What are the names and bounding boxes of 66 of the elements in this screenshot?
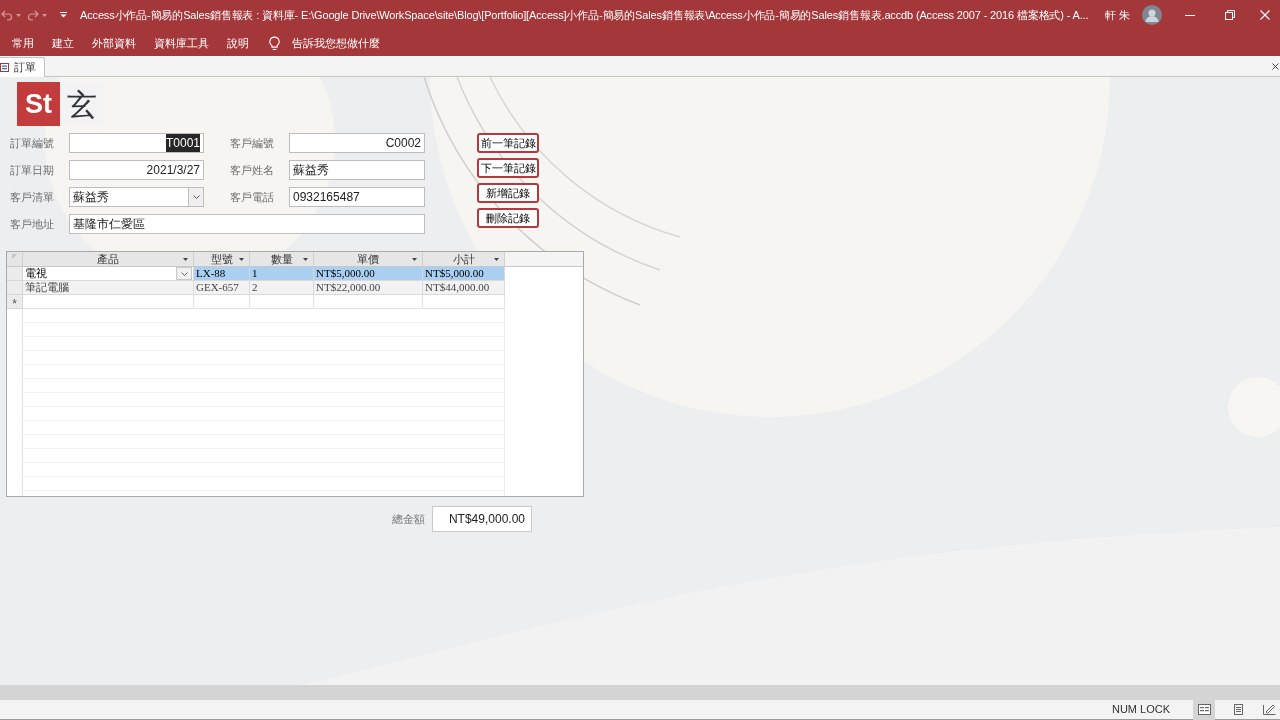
ribbon-tab[interactable]: 資料庫工具 (145, 30, 218, 56)
close-icon (1260, 10, 1270, 20)
avatar-icon[interactable] (1142, 5, 1162, 25)
lightbulb-icon (269, 35, 280, 51)
form-view-icon (1197, 704, 1211, 715)
combo-box[interactable]: 蘇益秀 (69, 187, 204, 207)
chevron-down-icon (180, 271, 188, 276)
record-button[interactable]: 新增記錄 (477, 183, 539, 203)
close-icon[interactable] (1272, 63, 1279, 70)
field-label: 客戶電話 (230, 189, 274, 205)
field-label: 客戶編號 (230, 135, 274, 151)
record-button[interactable]: 前一筆記錄 (477, 133, 539, 153)
caret-down-icon[interactable] (183, 258, 188, 261)
form-icon (0, 63, 9, 72)
caret-down-icon[interactable] (239, 258, 244, 261)
corner-triangle-icon (12, 254, 17, 259)
table-cell (250, 295, 314, 309)
field-label: 訂單編號 (10, 135, 54, 151)
ribbon-tab[interactable]: 說明 (218, 30, 258, 56)
chevron-down-icon (192, 195, 200, 199)
selected-text: T0001 (165, 134, 200, 152)
input-field[interactable]: 2021/3/27 (69, 160, 204, 180)
column-header[interactable]: 小計 (423, 252, 505, 266)
table-row[interactable]: 筆記電腦 GEX-657 2 NT$22,000.00 NT$44,000.00 (7, 281, 505, 295)
column-header[interactable]: 產品 (23, 252, 194, 266)
column-header[interactable]: 型號 (194, 252, 250, 266)
window-title: Access小作品-簡易的Sales銷售報表 : 資料庫- E:\Google Drive\WorkSpace\site\Blog\[Portfolio][Access]小作品-簡易的Sales銷售報表\Access小作品-簡易的Sales銷售報表.accdb (Access 2007 - 2016 檔案格式) - A... (80, 7, 1089, 23)
new-record-selector[interactable]: * (7, 295, 23, 309)
record-button[interactable]: 刪除記錄 (477, 208, 539, 228)
customize-toolbar-icon[interactable] (60, 12, 67, 18)
ribbon-tab[interactable]: 常用 (3, 30, 43, 56)
view-button[interactable] (1193, 699, 1215, 720)
design-view-icon (1263, 704, 1276, 715)
input-field[interactable]: 蘇益秀 (289, 160, 425, 180)
input-field[interactable]: T0001 (69, 133, 204, 153)
column-header[interactable]: 數量 (250, 252, 314, 266)
combo-box[interactable]: 電視 (23, 267, 194, 281)
user-name: 軒 朱 (1104, 7, 1130, 23)
table-row[interactable]: 電視 LX-88 1 NT$5,000.00 NT$5,000.00 (7, 267, 505, 281)
field-label: 客戶姓名 (230, 162, 274, 178)
record-button[interactable]: 下一筆記錄 (477, 158, 539, 178)
logo-badge: St (17, 82, 60, 126)
ribbon-tab[interactable]: 外部資料 (83, 30, 145, 56)
ribbon-tab[interactable]: 建立 (43, 30, 83, 56)
restore-icon (1225, 10, 1235, 20)
caret-down-icon[interactable] (494, 258, 499, 261)
field-label: 客戶清單 (10, 189, 54, 205)
input-field[interactable]: C0002 (289, 133, 425, 153)
caret-down-icon[interactable] (412, 258, 417, 261)
layout-view-icon (1231, 704, 1245, 715)
caret-down-icon[interactable] (303, 258, 308, 261)
tell-me-search[interactable]: 告訴我您想做什麼 (269, 30, 380, 56)
input-field[interactable]: 基隆市仁愛區 (69, 214, 425, 234)
status-indicator: NUM LOCK (1111, 702, 1170, 718)
redo-icon[interactable] (27, 9, 39, 21)
input-field[interactable]: 0932165487 (289, 187, 425, 207)
total-field[interactable]: NT$49,000.00 (432, 506, 532, 532)
field-label: 訂單日期 (10, 162, 54, 178)
table-cell (194, 295, 250, 309)
dropdown-button[interactable] (176, 267, 192, 280)
minimize-icon (1185, 14, 1195, 16)
field-label: 客戶地址 (10, 216, 54, 232)
column-header[interactable]: 單價 (314, 252, 423, 266)
field-label: 總金額 (392, 511, 425, 527)
undo-icon[interactable] (1, 9, 13, 21)
document-tab[interactable]: 訂單 (0, 57, 45, 77)
